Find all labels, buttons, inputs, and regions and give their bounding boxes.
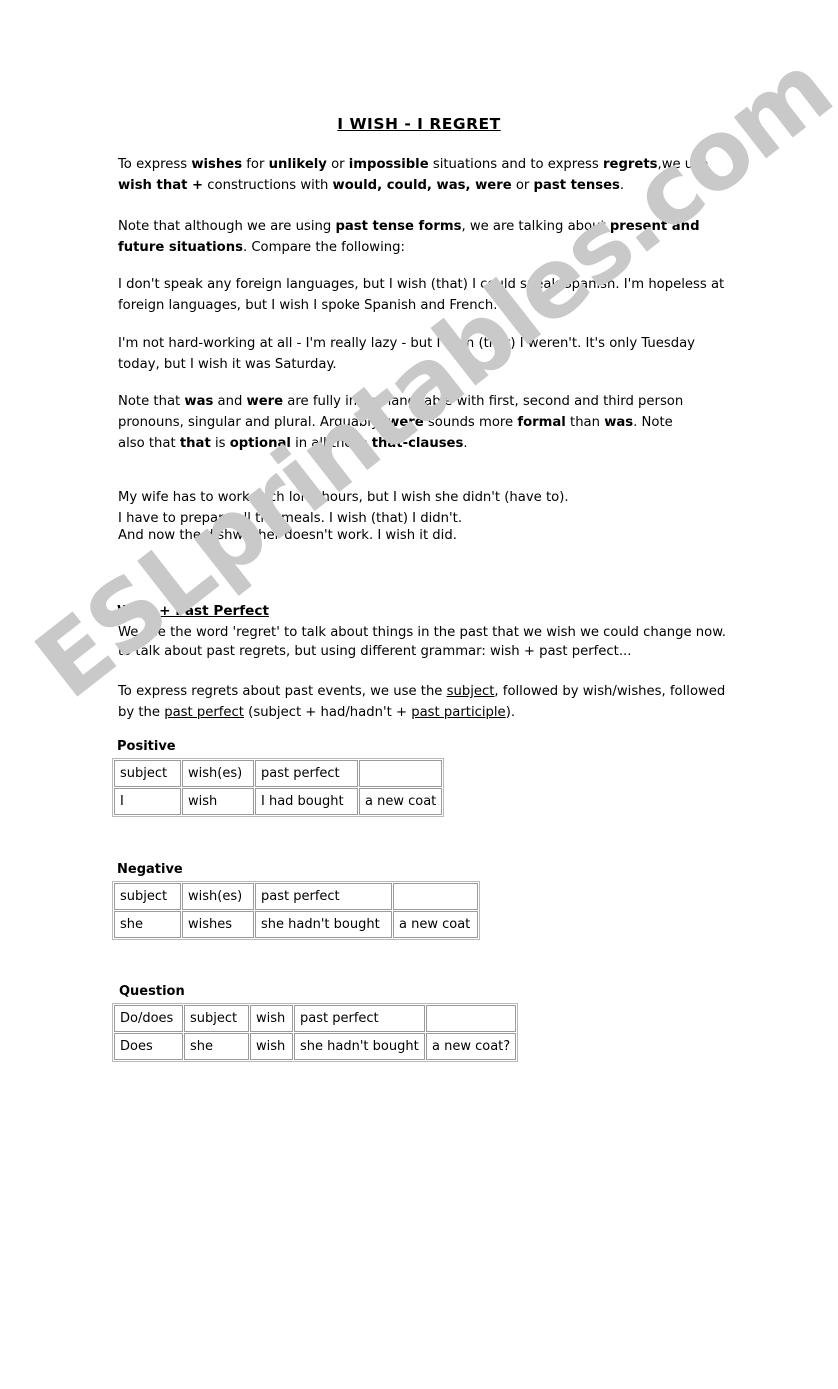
worksheet-page: I WISH - I REGRET To express wishes for … [0, 0, 838, 1389]
note-b8: that-clauses [371, 436, 464, 451]
document-content: I WISH - I REGRET To express wishes for … [0, 0, 838, 1062]
table-positive: subject wish(es) past perfect I wish I h… [112, 758, 445, 817]
example-list-line-1: My wife has to work such long hours, but… [118, 490, 569, 505]
intro-p1-b7: past tenses [533, 178, 620, 193]
table-cell: wish [182, 788, 254, 815]
note-c: and [213, 394, 247, 409]
intro-p1-b1: wishes [191, 157, 243, 172]
intro-p1-b2: unlikely [268, 157, 327, 172]
intro-p1-g: constructions with [203, 178, 333, 193]
intro-p1-c: for [242, 157, 269, 172]
table-cell: she hadn't bought [294, 1033, 425, 1060]
section-heading-wish-past-perfect: Wish + Past Perfect [117, 603, 269, 619]
note-b2: were [246, 394, 284, 409]
table-cell: subject [114, 760, 181, 787]
table-label-positive: Positive [117, 739, 176, 754]
table-cell: wish(es) [182, 760, 254, 787]
table-cell: I had bought [255, 788, 358, 815]
past-perfect-paragraph: To express regrets about past events, we… [118, 681, 734, 723]
table-row: Does she wish she hadn't bought a new co… [114, 1033, 517, 1060]
example-paragraph-2: I'm not hard-working at all - I'm really… [118, 336, 695, 372]
pp-a: To express regrets about past events, we… [118, 684, 447, 699]
example-list-line-3: And now the dishwasher doesn't work. I w… [118, 528, 457, 543]
pp-d: ). [505, 705, 516, 720]
table-row: subject wish(es) past perfect [114, 883, 478, 910]
intro-p1-b3: impossible [348, 157, 429, 172]
table-cell: she [184, 1033, 249, 1060]
note-paragraph-was-were: Note that was and were are fully interch… [118, 391, 700, 454]
table-cell: past perfect [255, 760, 358, 787]
table-cell: she hadn't bought [255, 911, 392, 938]
table-row: Do/does subject wish past perfect [114, 1005, 517, 1032]
table-cell: a new coat [393, 911, 478, 938]
table-cell [393, 883, 478, 910]
note-i: in all these [290, 436, 372, 451]
table-label-negative: Negative [117, 862, 183, 877]
note-b6: that [179, 436, 211, 451]
pp-u3: past participle [411, 705, 506, 720]
table-cell [426, 1005, 517, 1032]
intro-p2-b1: past tense forms [335, 219, 462, 234]
pp-u2: past perfect [164, 705, 244, 720]
example-paragraph-1: I don't speak any foreign languages, but… [118, 277, 725, 313]
table-cell: she [114, 911, 181, 938]
table-cell: wish [250, 1033, 293, 1060]
pp-c: (subject + had/hadn't + [243, 705, 412, 720]
intro-p1-e: situations and to express [428, 157, 603, 172]
table-cell: Does [114, 1033, 183, 1060]
table-question: Do/does subject wish past perfect Does s… [112, 1003, 519, 1062]
intro-p2-a: Note that although we are using [118, 219, 336, 234]
note-b1: was [184, 394, 214, 409]
table-row: she wishes she hadn't bought a new coat [114, 911, 478, 938]
intro-p1-i: . [619, 178, 625, 193]
table-cell: subject [114, 883, 181, 910]
page-title: I WISH - I REGRET [0, 0, 838, 133]
table-cell: wish [250, 1005, 293, 1032]
table-cell: Do/does [114, 1005, 183, 1032]
past-perfect-line-2: to talk about past regrets, but using di… [118, 644, 632, 659]
table-row: subject wish(es) past perfect [114, 760, 443, 787]
note-h: is [210, 436, 230, 451]
intro-p2-c: , we are talking about [461, 219, 610, 234]
table-row: I wish I had bought a new coat [114, 788, 443, 815]
pp-u1: subject [446, 684, 495, 699]
note-b7: optional [229, 436, 291, 451]
intro-p1-b6: would, could, was, were [332, 178, 512, 193]
intro-p1-b5: wish that + [118, 178, 204, 193]
intro-p1-b4: regrets [603, 157, 658, 172]
paragraph-intro-2: Note that although we are using past ten… [118, 216, 725, 258]
table-cell [359, 760, 443, 787]
table-cell: a new coat [359, 788, 443, 815]
table-negative: subject wish(es) past perfect she wishes… [112, 881, 480, 940]
note-j: . [463, 436, 468, 451]
table-cell: past perfect [294, 1005, 425, 1032]
note-b5: was [604, 415, 634, 430]
table-cell: wishes [182, 911, 254, 938]
note-f: than [565, 415, 605, 430]
note-b4: formal [517, 415, 566, 430]
intro-p2-d: . Compare the following: [242, 240, 405, 255]
table-cell: past perfect [255, 883, 392, 910]
intro-p1-d: or [326, 157, 349, 172]
table-cell: subject [184, 1005, 249, 1032]
intro-p1-h: or [511, 178, 534, 193]
note-e: sounds more [423, 415, 518, 430]
page-title-text: I WISH - I REGRET [337, 115, 501, 133]
paragraph-intro-1: To express wishes for unlikely or imposs… [118, 154, 718, 196]
intro-p1-a: To express [118, 157, 192, 172]
table-cell: a new coat? [426, 1033, 517, 1060]
note-a: Note that [118, 394, 185, 409]
intro-p1-f: ,we use [657, 157, 709, 172]
note-b3: were [387, 415, 424, 430]
table-label-question: Question [119, 984, 185, 999]
table-cell: I [114, 788, 181, 815]
past-perfect-line-1: We use the word 'regret' to talk about t… [118, 625, 727, 640]
table-cell: wish(es) [182, 883, 254, 910]
